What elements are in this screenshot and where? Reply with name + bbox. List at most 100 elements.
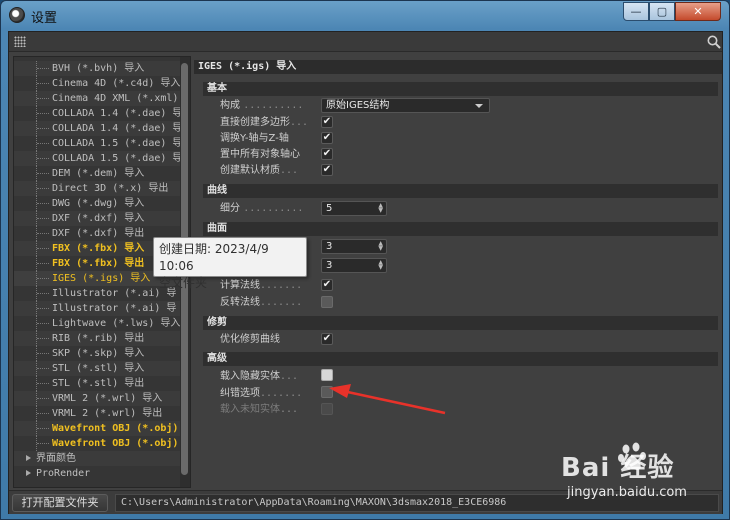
center-axes-checkbox[interactable]: ✔ [321,148,333,160]
settings-window: 设置 — ▢ ✕ BVH (*.bvh) 导入 Cinema 4D (*.c4d)… [0,0,730,520]
swap-yz-checkbox[interactable]: ✔ [321,132,333,144]
tree-branch-line [37,398,49,399]
tree-item-label: STL (*.stl) 导入 [52,363,145,374]
tree-branch-line [37,353,49,354]
debug-options-label: 纠错选项 [220,388,260,399]
calc-normals-checkbox[interactable]: ✔ [321,279,333,291]
search-icon[interactable] [706,34,722,50]
tree-item-label: DWG (*.dwg) 导入 [52,198,145,209]
center-axes-row: 置中所有对象轴心 [220,147,300,162]
tree-item-label: COLLADA 1.5 (*.dae) 导 [52,153,180,164]
tree-item[interactable]: SKP (*.skp) 导入 [14,346,180,361]
tree-branch-line [37,188,49,189]
maximize-button[interactable]: ▢ [649,2,675,21]
panel-title: IGES (*.igs) 导入 [194,60,722,74]
swap-yz-label: 调换Y-轴与Z-轴 [220,133,289,144]
tree-item-label: 界面颜色 [36,453,76,464]
grip-icon[interactable] [14,36,26,47]
tree-item-label: VRML 2 (*.wrl) 导出 [52,408,163,419]
tree-item[interactable]: DXF (*.dxf) 导入 [14,211,180,226]
surface-v-stepper[interactable]: 3 ▲ ▼ [321,258,387,273]
load-hidden-label: 载入隐藏实体 [220,371,280,382]
file-tooltip: 创建日期: 2023/4/9 10:06 空文件夹 [153,237,307,290]
tree-item[interactable]: VRML 2 (*.wrl) 导出 [14,406,180,421]
tree-item[interactable]: VRML 2 (*.wrl) 导入 [14,391,180,406]
tree-item[interactable]: Direct 3D (*.x) 导出 [14,181,180,196]
window-title: 设置 [31,11,58,26]
tree-branch-line [37,248,49,249]
expand-arrow-icon[interactable] [26,455,31,461]
chevron-down-icon [475,104,483,108]
close-button[interactable]: ✕ [675,2,721,21]
optimize-trim-checkbox[interactable]: ✔ [321,333,333,345]
tree-item[interactable]: DEM (*.dem) 导入 [14,166,180,181]
tree-item-label: DEM (*.dem) 导入 [52,168,145,179]
debug-options-row: 纠错选项....... [220,388,303,399]
tree-item[interactable]: Illustrator (*.ai) 导 [14,301,180,316]
default-material-label: 创建默认材质 [220,165,280,176]
tree-branch-line [37,323,49,324]
tree-item-label: Illustrator (*.ai) 导 [52,288,177,299]
tree-item[interactable]: Wavefront OBJ (*.obj) [14,436,180,451]
tree-item[interactable]: RIB (*.rib) 导出 [14,331,180,346]
tree-branch-line [37,143,49,144]
tree-item[interactable]: STL (*.stl) 导入 [14,361,180,376]
tree-item-label: STL (*.stl) 导出 [52,378,145,389]
tree-item-label: DXF (*.dxf) 导出 [52,228,145,239]
tree-branch-line [37,98,49,99]
direct-polygon-checkbox[interactable]: ✔ [321,116,333,128]
compose-label: 构成 [220,100,240,111]
tree-item[interactable]: Cinema 4D XML (*.xml) [14,91,180,106]
tree-branch-line [37,428,49,429]
stepper-arrows-icon[interactable]: ▲ ▼ [378,203,383,214]
tree-category[interactable]: 界面颜色 [14,451,180,466]
tree-branch-line [37,218,49,219]
tree-item-label: ProRender [36,468,91,479]
section-basic[interactable]: 基本 [203,82,718,96]
tree-item-label: Cinema 4D XML (*.xml) [52,93,179,104]
compose-row: 构成 .......... [220,98,303,113]
stepper-arrows-icon[interactable]: ▲ ▼ [378,260,383,271]
title-bar[interactable]: 设置 — ▢ ✕ [1,1,729,31]
tree-item[interactable]: DWG (*.dwg) 导入 [14,196,180,211]
default-material-row: 创建默认材质... [220,165,299,176]
watermark-brand: Bai 经验 [561,453,675,483]
tooltip-created-date: 创建日期: 2023/4/9 10:06 [159,242,269,273]
section-surfaces[interactable]: 曲面 [203,222,718,236]
tree-branch-line [37,173,49,174]
expand-arrow-icon[interactable] [26,470,31,476]
section-curves[interactable]: 曲线 [203,184,718,198]
open-config-folder-button[interactable]: 打开配置文件夹 [12,494,108,512]
tree-item-label: IGES (*.igs) 导入 [52,273,151,284]
load-unknown-label: 载入未知实体 [220,404,280,415]
subdivision-stepper[interactable]: 5 ▲ ▼ [321,201,387,216]
tree-item-label: SKP (*.skp) 导入 [52,348,145,359]
subdivision-label: 细分 [220,203,240,214]
swap-yz-row: 调换Y-轴与Z-轴 [220,131,289,146]
tree-item[interactable]: Lightwave (*.lws) 导入 [14,316,180,331]
section-advanced[interactable]: 高级 [203,352,718,366]
tree-item[interactable]: COLLADA 1.5 (*.dae) 导 [14,136,180,151]
surface-u-stepper[interactable]: 3 ▲ ▼ [321,239,387,254]
baidu-watermark: Bai 经验 jingyan.baidu.com [561,441,721,511]
tree-category[interactable]: ProRender [14,466,180,481]
tree-item[interactable]: COLLADA 1.5 (*.dae) 导 [14,151,180,166]
tree-item[interactable]: BVH (*.bvh) 导入 [14,61,180,76]
default-material-checkbox[interactable]: ✔ [321,164,333,176]
tree-item[interactable]: STL (*.stl) 导出 [14,376,180,391]
flip-normals-checkbox[interactable] [321,296,333,308]
minimize-button[interactable]: — [623,2,649,21]
compose-dropdown[interactable]: 原始IGES结构 [321,98,490,113]
stepper-arrows-icon[interactable]: ▲ ▼ [378,241,383,252]
load-hidden-checkbox[interactable] [321,369,333,381]
tree-item[interactable]: Wavefront OBJ (*.obj) [14,421,180,436]
tree-item[interactable]: Illustrator (*.ai) 导 [14,286,180,301]
tree-item-label: BVH (*.bvh) 导入 [52,63,145,74]
section-trim[interactable]: 修剪 [203,316,718,330]
tree-item[interactable]: COLLADA 1.4 (*.dae) 导 [14,106,180,121]
tree-branch-line [37,263,49,264]
tree-item[interactable]: COLLADA 1.4 (*.dae) 导 [14,121,180,136]
tree-branch-line [37,203,49,204]
tree-item[interactable]: Cinema 4D (*.c4d) 导入 [14,76,180,91]
tree-item-label: Lightwave (*.lws) 导入 [52,318,180,329]
